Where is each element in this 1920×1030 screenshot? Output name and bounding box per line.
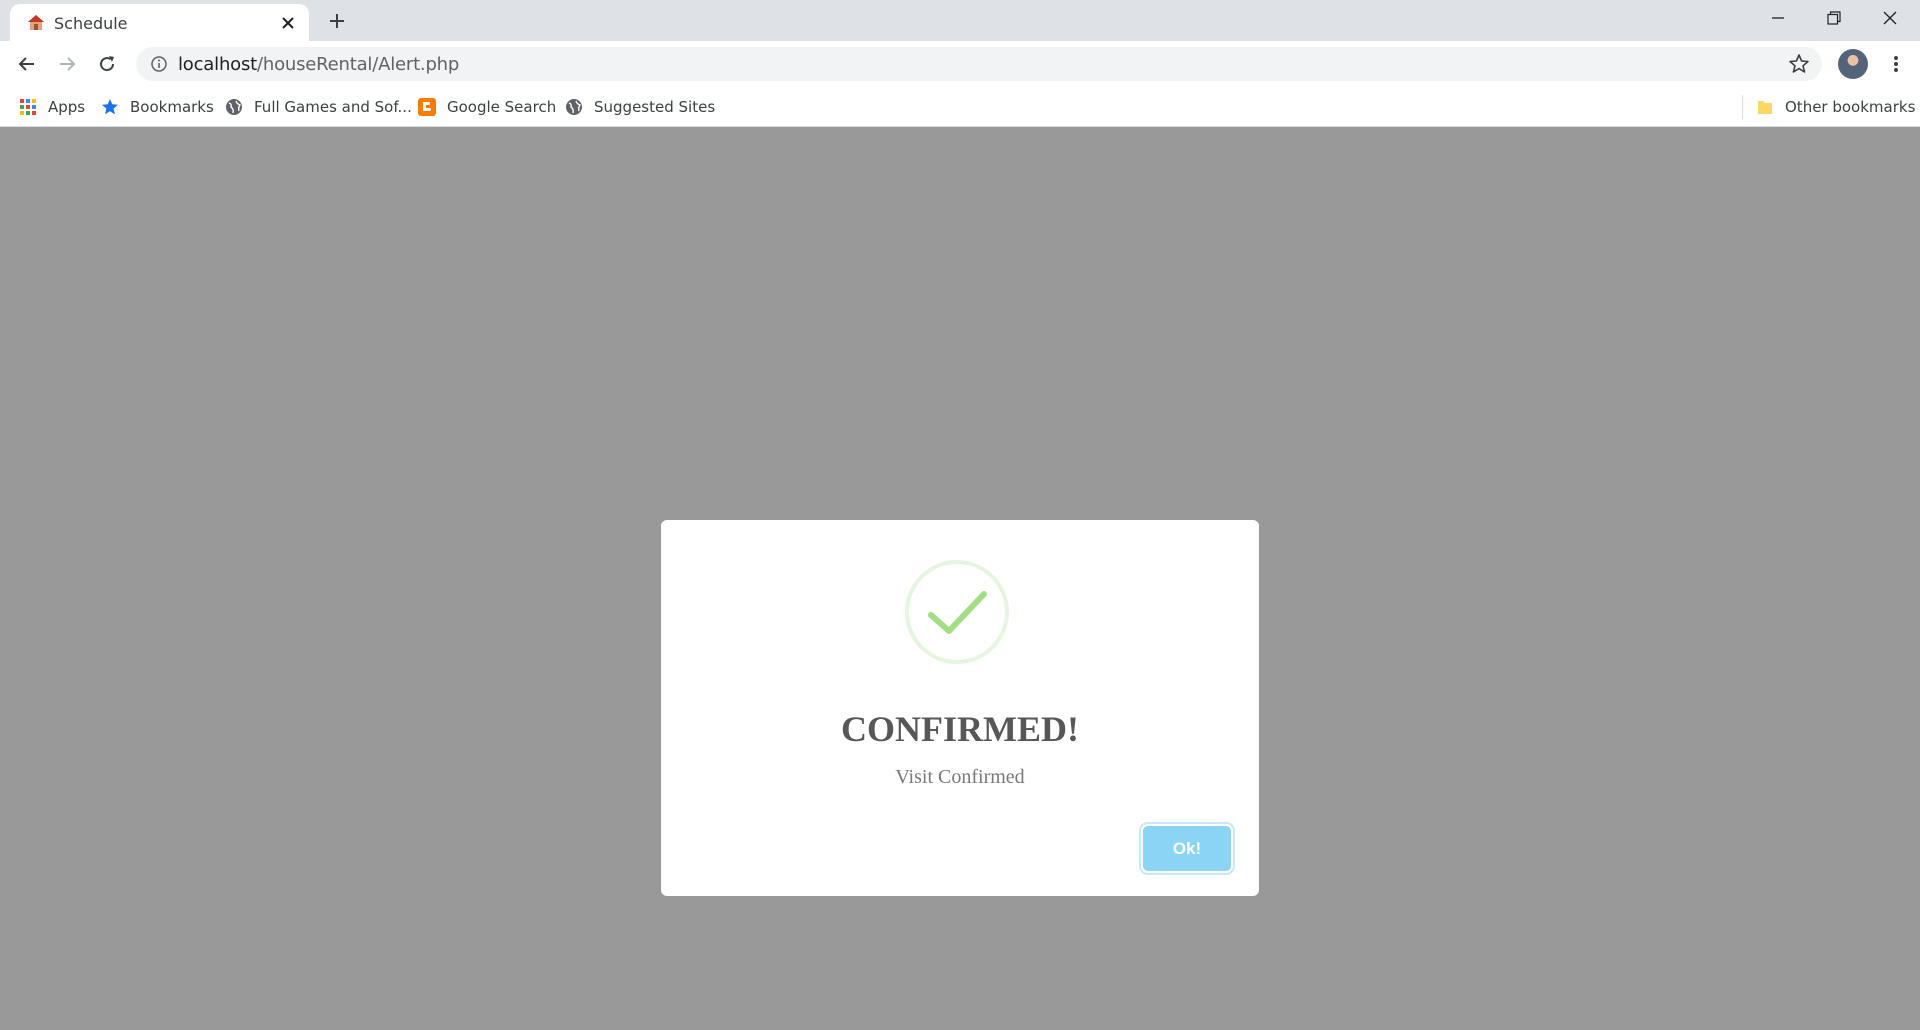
menu-kebab-icon[interactable] <box>1882 50 1910 78</box>
forward-arrow-icon[interactable] <box>53 50 81 78</box>
url-text[interactable]: localhost/houseRental/Alert.php <box>178 54 459 75</box>
close-window-icon[interactable] <box>1862 0 1918 36</box>
address-bar[interactable]: localhost/houseRental/Alert.php <box>136 47 1822 81</box>
alert-message: Visit Confirmed <box>895 766 1025 788</box>
blogger-icon <box>418 98 436 116</box>
bookmark-star-icon[interactable] <box>1788 53 1810 75</box>
modal-overlay: CONFIRMED! Visit Confirmed Ok! <box>0 127 1920 1030</box>
restore-icon[interactable] <box>1806 0 1862 36</box>
bookmark-apps[interactable]: Apps <box>19 93 85 121</box>
back-arrow-icon[interactable] <box>13 50 41 78</box>
browser-toolbar: localhost/houseRental/Alert.php <box>0 41 1920 87</box>
reload-icon[interactable] <box>93 50 121 78</box>
tab-strip: Schedule <box>0 0 1920 41</box>
info-icon[interactable] <box>150 55 168 73</box>
bookmark-suggested-sites[interactable]: Suggested Sites <box>565 93 715 121</box>
folder-icon <box>1758 101 1772 114</box>
bookmark-google-search[interactable]: Google Search <box>418 93 556 121</box>
star-icon <box>102 99 118 115</box>
apps-grid-icon <box>20 99 36 115</box>
ok-button[interactable]: Ok! <box>1143 826 1231 871</box>
browser-tab[interactable]: Schedule <box>10 4 309 41</box>
close-tab-icon[interactable] <box>278 13 298 33</box>
alert-dialog: CONFIRMED! Visit Confirmed Ok! <box>661 520 1259 896</box>
alert-title: CONFIRMED! <box>841 709 1079 749</box>
minimize-icon[interactable] <box>1750 0 1806 36</box>
house-icon <box>28 15 44 30</box>
globe-icon <box>566 99 582 115</box>
bookmark-full-games[interactable]: Full Games and Sof... <box>225 93 412 121</box>
bookmarks-separator <box>1742 95 1743 119</box>
bookmark-other-bookmarks[interactable]: Other bookmarks <box>1756 93 1915 121</box>
globe-icon <box>226 99 242 115</box>
success-check-icon <box>905 560 1009 664</box>
tab-title: Schedule <box>54 14 128 33</box>
bookmarks-bar: Apps Bookmarks Full Games and Sof... Goo… <box>0 87 1920 127</box>
new-tab-icon[interactable] <box>325 9 349 33</box>
profile-avatar[interactable] <box>1838 49 1868 79</box>
bookmark-bookmarks[interactable]: Bookmarks <box>101 93 214 121</box>
